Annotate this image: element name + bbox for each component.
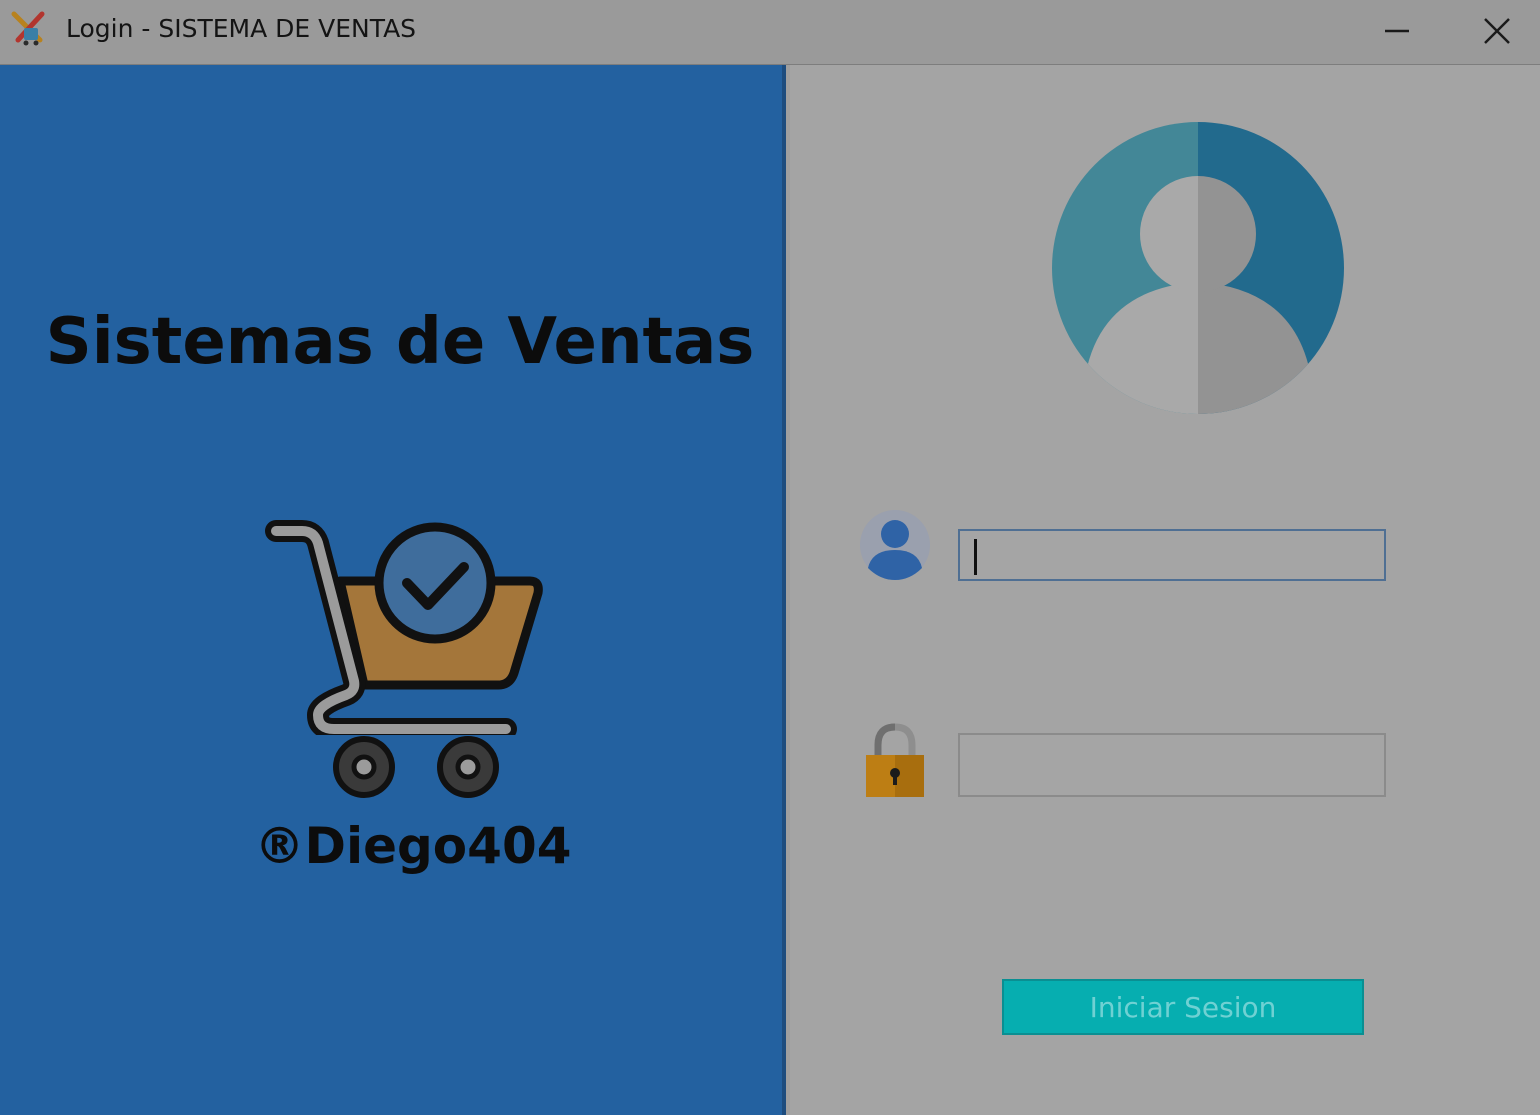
window-title: Login - SISTEMA DE VENTAS <box>66 14 417 43</box>
username-field[interactable] <box>958 529 1386 581</box>
login-panel: Iniciar Sesion <box>790 65 1540 1115</box>
shopping-cart-check-icon <box>265 520 543 735</box>
brand-credit: ®Diego404 <box>254 817 572 875</box>
lock-icon <box>866 723 924 797</box>
title-bar: Login - SISTEMA DE VENTAS <box>0 0 1540 65</box>
brand-title: Sistemas de Ventas <box>45 305 755 379</box>
password-field[interactable] <box>958 733 1386 797</box>
minimize-button[interactable] <box>1352 0 1442 62</box>
text-caret <box>974 539 977 575</box>
minimize-icon <box>1385 29 1409 33</box>
close-icon <box>1484 18 1510 44</box>
cart-wheels <box>333 736 499 798</box>
login-button[interactable]: Iniciar Sesion <box>1002 979 1364 1035</box>
close-button[interactable] <box>1452 0 1540 62</box>
user-avatar-icon <box>1052 122 1344 414</box>
user-icon <box>860 510 930 580</box>
branding-panel: Sistemas de Ventas ®Diego404 <box>0 65 786 1115</box>
tools-app-icon <box>11 11 45 46</box>
